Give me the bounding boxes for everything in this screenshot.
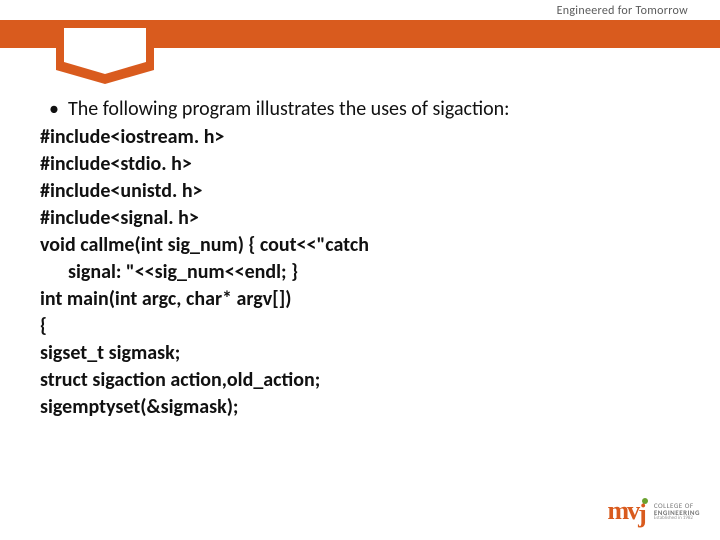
logo-mark: mvj bbox=[607, 496, 647, 526]
code-line: #include<stdio. h> bbox=[40, 151, 680, 177]
code-line: signal: "<<sig_num<<endl; } bbox=[40, 259, 680, 285]
bullet-dot: • bbox=[40, 96, 68, 122]
logo-dot-icon bbox=[642, 498, 648, 504]
code-line: #include<unistd. h> bbox=[40, 178, 680, 204]
slide-content: • The following program illustrates the … bbox=[40, 96, 680, 420]
logo-v: v bbox=[627, 496, 638, 525]
code-line: sigset_t sigmask; bbox=[40, 340, 680, 366]
code-line: struct sigaction action,old_action; bbox=[40, 367, 680, 393]
college-logo: mvj COLLEGE OF ENGINEERING Established i… bbox=[607, 496, 700, 526]
code-line: void callme(int sig_num) { cout<<"catch bbox=[40, 232, 680, 258]
code-line: #include<iostream. h> bbox=[40, 124, 680, 150]
notch-inner-point bbox=[64, 62, 146, 74]
bullet-intro: • The following program illustrates the … bbox=[40, 96, 680, 122]
code-line: int main(int argc, char* argv[]) bbox=[40, 286, 680, 312]
logo-m: m bbox=[607, 496, 627, 525]
code-line: #include<signal. h> bbox=[40, 205, 680, 231]
intro-text: The following program illustrates the us… bbox=[68, 96, 680, 122]
code-line: sigemptyset(&sigmask); bbox=[40, 394, 680, 420]
logo-text: COLLEGE OF ENGINEERING Established in 19… bbox=[654, 502, 700, 521]
tagline: Engineered for Tomorrow bbox=[557, 4, 688, 18]
notch-inner bbox=[64, 28, 146, 62]
code-line: { bbox=[40, 313, 680, 339]
